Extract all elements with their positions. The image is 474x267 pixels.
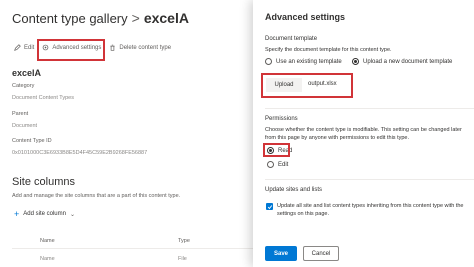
parent-label: Parent bbox=[12, 111, 29, 117]
table-divider bbox=[12, 248, 257, 249]
content-type-name: excelA bbox=[12, 68, 42, 78]
section-divider bbox=[265, 179, 474, 180]
site-columns-heading: Site columns bbox=[12, 176, 75, 188]
breadcrumb-current: excelA bbox=[143, 10, 189, 26]
breadcrumb: Content type gallery > excelA bbox=[12, 10, 189, 26]
update-sites-checkbox[interactable] bbox=[266, 203, 273, 210]
radio-label: Edit bbox=[278, 161, 289, 168]
delete-content-type-button[interactable]: Delete content type bbox=[109, 44, 171, 51]
chevron-down-icon: ⌄ bbox=[69, 211, 75, 218]
add-site-column-button[interactable]: + Add site column ⌄ bbox=[14, 209, 75, 219]
radio-indicator bbox=[265, 58, 272, 65]
radio-edit[interactable]: Edit bbox=[267, 161, 288, 168]
document-template-description: Specify the document template for this c… bbox=[265, 47, 392, 53]
update-sites-text-line-2: settings on this page. bbox=[277, 211, 329, 217]
radio-label: Use an existing template bbox=[276, 58, 342, 65]
plus-icon: + bbox=[14, 209, 20, 219]
breadcrumb-root[interactable]: Content type gallery bbox=[12, 11, 128, 26]
delete-content-type-label: Delete content type bbox=[119, 44, 172, 51]
advanced-settings-highlight bbox=[37, 39, 105, 61]
content-type-id-label: Content Type ID bbox=[12, 138, 52, 144]
permissions-description-line-1: Choose whether the content type is modif… bbox=[265, 127, 462, 133]
breadcrumb-separator: > bbox=[131, 10, 140, 26]
panel-title: Advanced settings bbox=[265, 12, 346, 22]
section-divider bbox=[265, 108, 474, 109]
add-site-column-label: Add site column bbox=[23, 211, 66, 217]
read-highlight bbox=[263, 143, 290, 157]
trash-icon bbox=[110, 44, 115, 51]
save-button[interactable]: Save bbox=[265, 246, 297, 261]
permissions-heading: Permissions bbox=[265, 116, 298, 122]
checkmark-icon bbox=[267, 204, 272, 209]
edit-button[interactable]: Edit bbox=[14, 44, 34, 51]
advanced-settings-panel: Advanced settings Document template Spec… bbox=[253, 0, 474, 267]
update-sites-text-line-1: Update all site and list content types i… bbox=[277, 203, 464, 209]
column-header-type[interactable]: Type bbox=[178, 238, 190, 244]
category-value: Document Content Types bbox=[12, 95, 74, 101]
radio-indicator bbox=[352, 58, 359, 65]
radio-use-existing-template[interactable]: Use an existing template bbox=[265, 58, 342, 65]
update-sites-heading: Update sites and lists bbox=[265, 187, 323, 193]
edit-label: Edit bbox=[24, 44, 35, 51]
radio-label: Upload a new document template bbox=[363, 58, 453, 65]
pencil-icon bbox=[14, 44, 21, 51]
cancel-button[interactable]: Cancel bbox=[303, 246, 339, 261]
upload-highlight bbox=[261, 73, 353, 98]
site-columns-description: Add and manage the site columns that are… bbox=[12, 193, 181, 199]
permissions-description-line-2: from this page by anyone with permission… bbox=[265, 135, 409, 141]
table-cell-type: File bbox=[178, 256, 187, 262]
content-type-id-value: 0x0101000C3E6933B8E5D4F45C59E2B9268FE568… bbox=[12, 150, 148, 156]
document-template-heading: Document template bbox=[265, 36, 318, 42]
column-header-name[interactable]: Name bbox=[40, 238, 55, 244]
radio-indicator bbox=[267, 161, 274, 168]
category-label: Category bbox=[12, 83, 35, 89]
radio-upload-new-template[interactable]: Upload a new document template bbox=[352, 58, 452, 65]
parent-value[interactable]: Document bbox=[12, 123, 37, 129]
table-cell-name: Name bbox=[40, 256, 55, 262]
